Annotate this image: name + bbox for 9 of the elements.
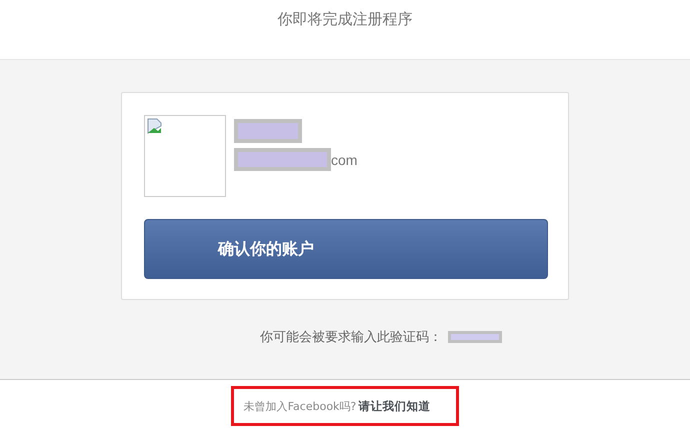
redacted-code [448, 331, 502, 343]
code-prompt: 你可能会被要求输入此验证码： [260, 329, 442, 346]
confirm-account-button[interactable]: 确认你的账户 [144, 219, 548, 279]
let-us-know-link[interactable]: 请让我们知道 [358, 398, 430, 414]
broken-image-icon [147, 118, 163, 134]
redacted-name [234, 119, 302, 143]
page-title: 你即将完成注册程序 [278, 10, 412, 30]
footer-question: 未曾加入Facebook吗? [244, 398, 356, 414]
email-suffix: com [331, 152, 358, 168]
